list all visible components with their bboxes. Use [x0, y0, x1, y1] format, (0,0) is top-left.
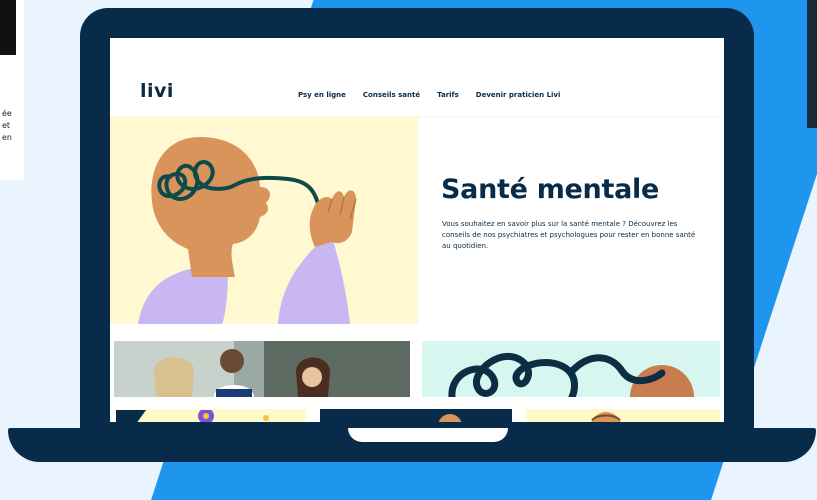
card-dark-illustration [438, 414, 462, 422]
laptop-base [8, 428, 816, 462]
friends-photo [114, 341, 410, 397]
site-header: livi Psy en ligne Conseils santé Tarifs … [110, 38, 724, 116]
laptop-screen: livi Psy en ligne Conseils santé Tarifs … [110, 38, 724, 422]
background-right-dark-block [807, 0, 817, 128]
article-card-flowers[interactable] [116, 409, 306, 422]
article-card-dark[interactable] [320, 409, 512, 422]
background-left-card: ée et en [0, 0, 24, 180]
nav-tarifs[interactable]: Tarifs [437, 91, 459, 99]
nav-conseils-sante[interactable]: Conseils santé [363, 91, 420, 99]
head-thought-illustration [138, 137, 357, 324]
article-cards-row [110, 341, 724, 397]
person-illustration [591, 412, 621, 422]
nav-devenir-praticien[interactable]: Devenir praticien Livi [476, 91, 561, 99]
nav-psy-en-ligne[interactable]: Psy en ligne [298, 91, 346, 99]
mental-health-illustration [110, 117, 418, 324]
flower-illustration [116, 409, 269, 422]
tangled-line-illustration [448, 352, 694, 397]
article-card-person[interactable] [526, 409, 720, 422]
hero-section: Santé mentale Vous souhaitez en savoir p… [110, 117, 724, 324]
article-cards-row-2 [110, 409, 724, 422]
livi-logo[interactable]: livi [140, 80, 174, 102]
hero-description: Vous souhaitez en savoir plus sur la san… [442, 220, 696, 250]
background-left-dark-block [0, 0, 16, 55]
main-nav: Psy en ligne Conseils santé Tarifs Deven… [298, 91, 560, 99]
article-card-illustration[interactable] [422, 341, 720, 397]
background-left-text: ée et en [2, 109, 12, 142]
article-card-photo[interactable] [114, 341, 410, 397]
laptop-trackpad-notch [348, 428, 508, 442]
page-title: Santé mentale [441, 174, 659, 205]
